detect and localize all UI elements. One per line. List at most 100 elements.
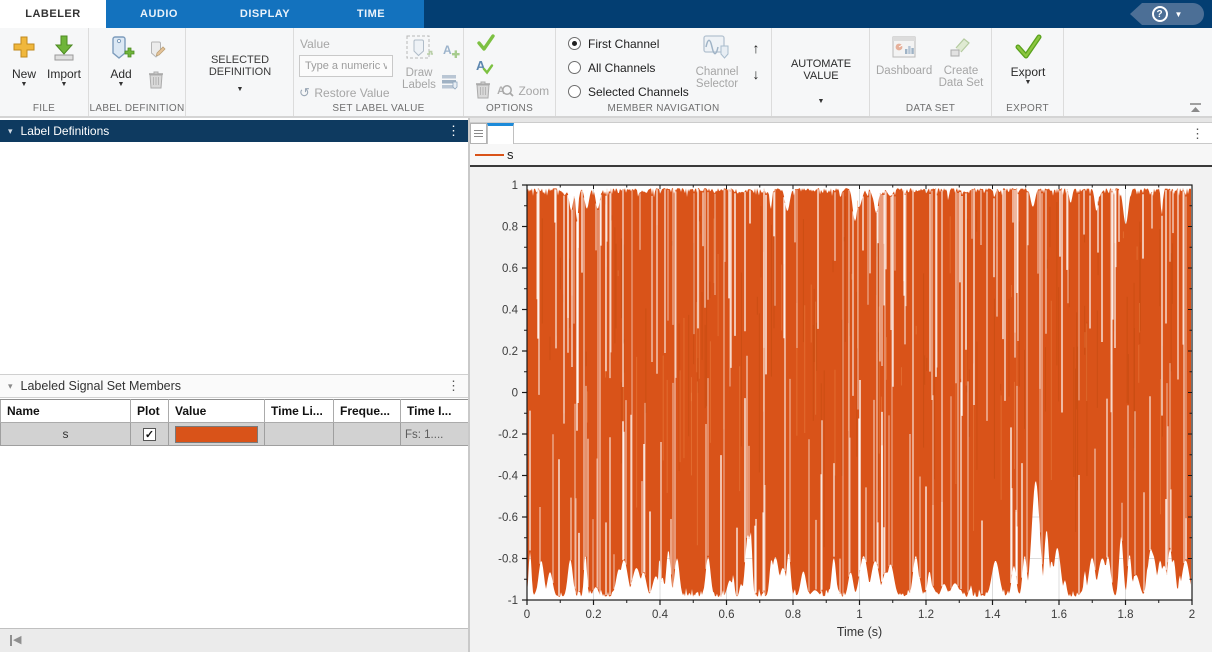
time-limits-cell[interactable]	[265, 423, 334, 446]
frequency-cell[interactable]	[334, 423, 401, 446]
svg-text:0.6: 0.6	[719, 609, 735, 621]
new-button[interactable]: New ▼	[6, 34, 42, 88]
tab-audio[interactable]: AUDIO	[106, 0, 212, 28]
trash-icon	[147, 70, 165, 90]
next-member-button[interactable]: ↓	[748, 66, 764, 82]
restore-icon: ↺	[299, 85, 310, 100]
svg-text:1.2: 1.2	[918, 609, 934, 621]
create-data-set-button[interactable]: Create Data Set	[934, 34, 988, 89]
tab-labeler[interactable]: LABELER	[0, 0, 106, 28]
zoom-button[interactable]: A Zoom	[496, 81, 554, 100]
signal-plot[interactable]: 00.20.40.60.811.21.41.61.8210.80.60.40.2…	[470, 167, 1212, 652]
col-plot[interactable]: Plot	[131, 400, 169, 423]
selected-definition-dropdown[interactable]: SELECTED DEFINITION ▼	[186, 54, 294, 93]
members-table: Name Plot Value Time Li... Freque... Tim…	[0, 399, 469, 446]
previous-member-button[interactable]: ↑	[748, 40, 764, 56]
new-plus-icon	[11, 34, 37, 62]
export-button[interactable]: Export ▼	[1002, 34, 1054, 86]
plot-cell[interactable]: ✓	[131, 423, 169, 446]
section-export: Export ▼ EXPORT	[992, 28, 1064, 116]
draw-labels-button[interactable]: Draw Labels	[398, 34, 440, 91]
label-definitions-header[interactable]: ▾ Label Definitions ⋮	[0, 120, 468, 142]
collapse-panel-left-icon[interactable]: ◀	[10, 635, 21, 646]
svg-text:-0.8: -0.8	[498, 554, 518, 566]
svg-text:0.2: 0.2	[502, 346, 518, 358]
zoom-a-icon: A	[496, 81, 514, 99]
section-set-label-value: Value ↺ Restore Value Draw Labels A SET …	[294, 28, 464, 116]
svg-text:0.6: 0.6	[502, 263, 518, 275]
svg-text:0.8: 0.8	[785, 609, 801, 621]
svg-text:1: 1	[856, 609, 862, 621]
label-rows-icon	[440, 71, 460, 91]
label-accept-button[interactable]: A	[474, 56, 494, 76]
export-check-icon	[1014, 34, 1042, 60]
chevron-down-icon: ▼	[101, 81, 141, 88]
help-button[interactable]: ? ▼	[1130, 3, 1204, 25]
section-file: New ▼ Import ▼ FILE	[0, 28, 89, 116]
tab-strip-rest	[514, 123, 1212, 144]
signal-labeler-app: LABELER AUDIO DISPLAY TIME ? ▼ New ▼ Imp…	[0, 0, 1212, 652]
tab-display[interactable]: DISPLAY	[212, 0, 318, 28]
panel-menu-icon[interactable]: ⋮	[447, 123, 460, 139]
add-definition-button[interactable]: Add ▼	[101, 34, 141, 88]
col-name[interactable]: Name	[1, 400, 131, 423]
chevron-down-icon: ▼	[44, 81, 84, 88]
value-label: Value	[300, 35, 394, 53]
time-info-cell[interactable]: Fs: 1....	[401, 423, 469, 446]
svg-text:0.8: 0.8	[502, 222, 518, 234]
restore-value-button[interactable]: ↺ Restore Value	[299, 84, 409, 102]
members-header[interactable]: ▾ Labeled Signal Set Members ⋮	[0, 374, 468, 398]
col-frequency[interactable]: Freque...	[334, 400, 401, 423]
plot-panel: ⋮ s 00.20.40.60.811.21.41.61.8210.80.60.…	[470, 118, 1212, 652]
trash-icon	[474, 80, 492, 100]
add-attribute-button[interactable]: A	[440, 41, 460, 61]
collapse-triangle-icon[interactable]: ▾	[8, 126, 13, 137]
svg-text:0: 0	[524, 609, 530, 621]
section-selected-definition: SELECTED DEFINITION ▼	[186, 28, 294, 116]
edit-label-icon	[147, 40, 167, 60]
tab-time[interactable]: TIME	[318, 0, 424, 28]
import-button[interactable]: Import ▼	[44, 34, 84, 88]
tab-list-button[interactable]	[470, 123, 487, 144]
dashboard-button[interactable]: Dashboard	[876, 34, 932, 77]
value-input[interactable]	[299, 55, 393, 77]
col-value[interactable]: Value	[169, 400, 265, 423]
radio-icon	[568, 61, 581, 74]
active-display-tab[interactable]	[487, 123, 514, 144]
radio-selected-channels[interactable]: Selected Channels	[568, 84, 689, 99]
panel-menu-icon[interactable]: ⋮	[447, 378, 460, 394]
svg-text:2: 2	[1189, 609, 1195, 621]
value-cell[interactable]	[169, 423, 265, 446]
radio-first-channel[interactable]: First Channel	[568, 36, 659, 51]
delete-definition-button[interactable]	[147, 70, 167, 90]
plot-tab-strip: ⋮	[470, 123, 1212, 144]
down-arrow-icon: ↓	[753, 66, 760, 82]
legend-line-sample	[475, 154, 504, 156]
automate-value-button[interactable]: AUTOMATE VALUE ▼	[772, 58, 870, 105]
svg-text:0.4: 0.4	[652, 609, 669, 621]
legend-entry[interactable]: s	[507, 147, 514, 162]
collapse-triangle-icon[interactable]: ▾	[8, 381, 13, 392]
table-row[interactable]: s ✓ Fs: 1....	[1, 423, 469, 446]
member-name-cell[interactable]: s	[1, 423, 131, 446]
plot-legend: s	[470, 144, 1212, 165]
accept-button[interactable]	[476, 34, 496, 54]
col-time-limits[interactable]: Time Li...	[265, 400, 334, 423]
collapse-toolstrip-button[interactable]	[1189, 100, 1202, 110]
delete-label-button[interactable]	[474, 80, 494, 100]
radio-all-channels[interactable]: All Channels	[568, 60, 655, 75]
label-list-button[interactable]	[440, 71, 460, 91]
col-time-info[interactable]: Time I...	[401, 400, 469, 423]
section-automate-value: AUTOMATE VALUE ▼	[772, 28, 870, 116]
up-arrow-icon: ↑	[753, 40, 760, 56]
plot-menu-icon[interactable]: ⋮	[1191, 126, 1204, 142]
section-options: A A Zoom OPTIONS	[464, 28, 556, 116]
check-icon	[476, 34, 496, 52]
plot-checkbox[interactable]: ✓	[143, 428, 156, 441]
section-member-navigation: First Channel All Channels Selected Chan…	[556, 28, 772, 116]
add-label-icon	[107, 34, 135, 62]
channel-selector-button[interactable]: Channel Selector	[690, 33, 744, 90]
edit-definition-button[interactable]	[147, 40, 167, 60]
draw-labels-icon	[405, 34, 433, 62]
chevron-down-icon: ▼	[772, 98, 870, 105]
